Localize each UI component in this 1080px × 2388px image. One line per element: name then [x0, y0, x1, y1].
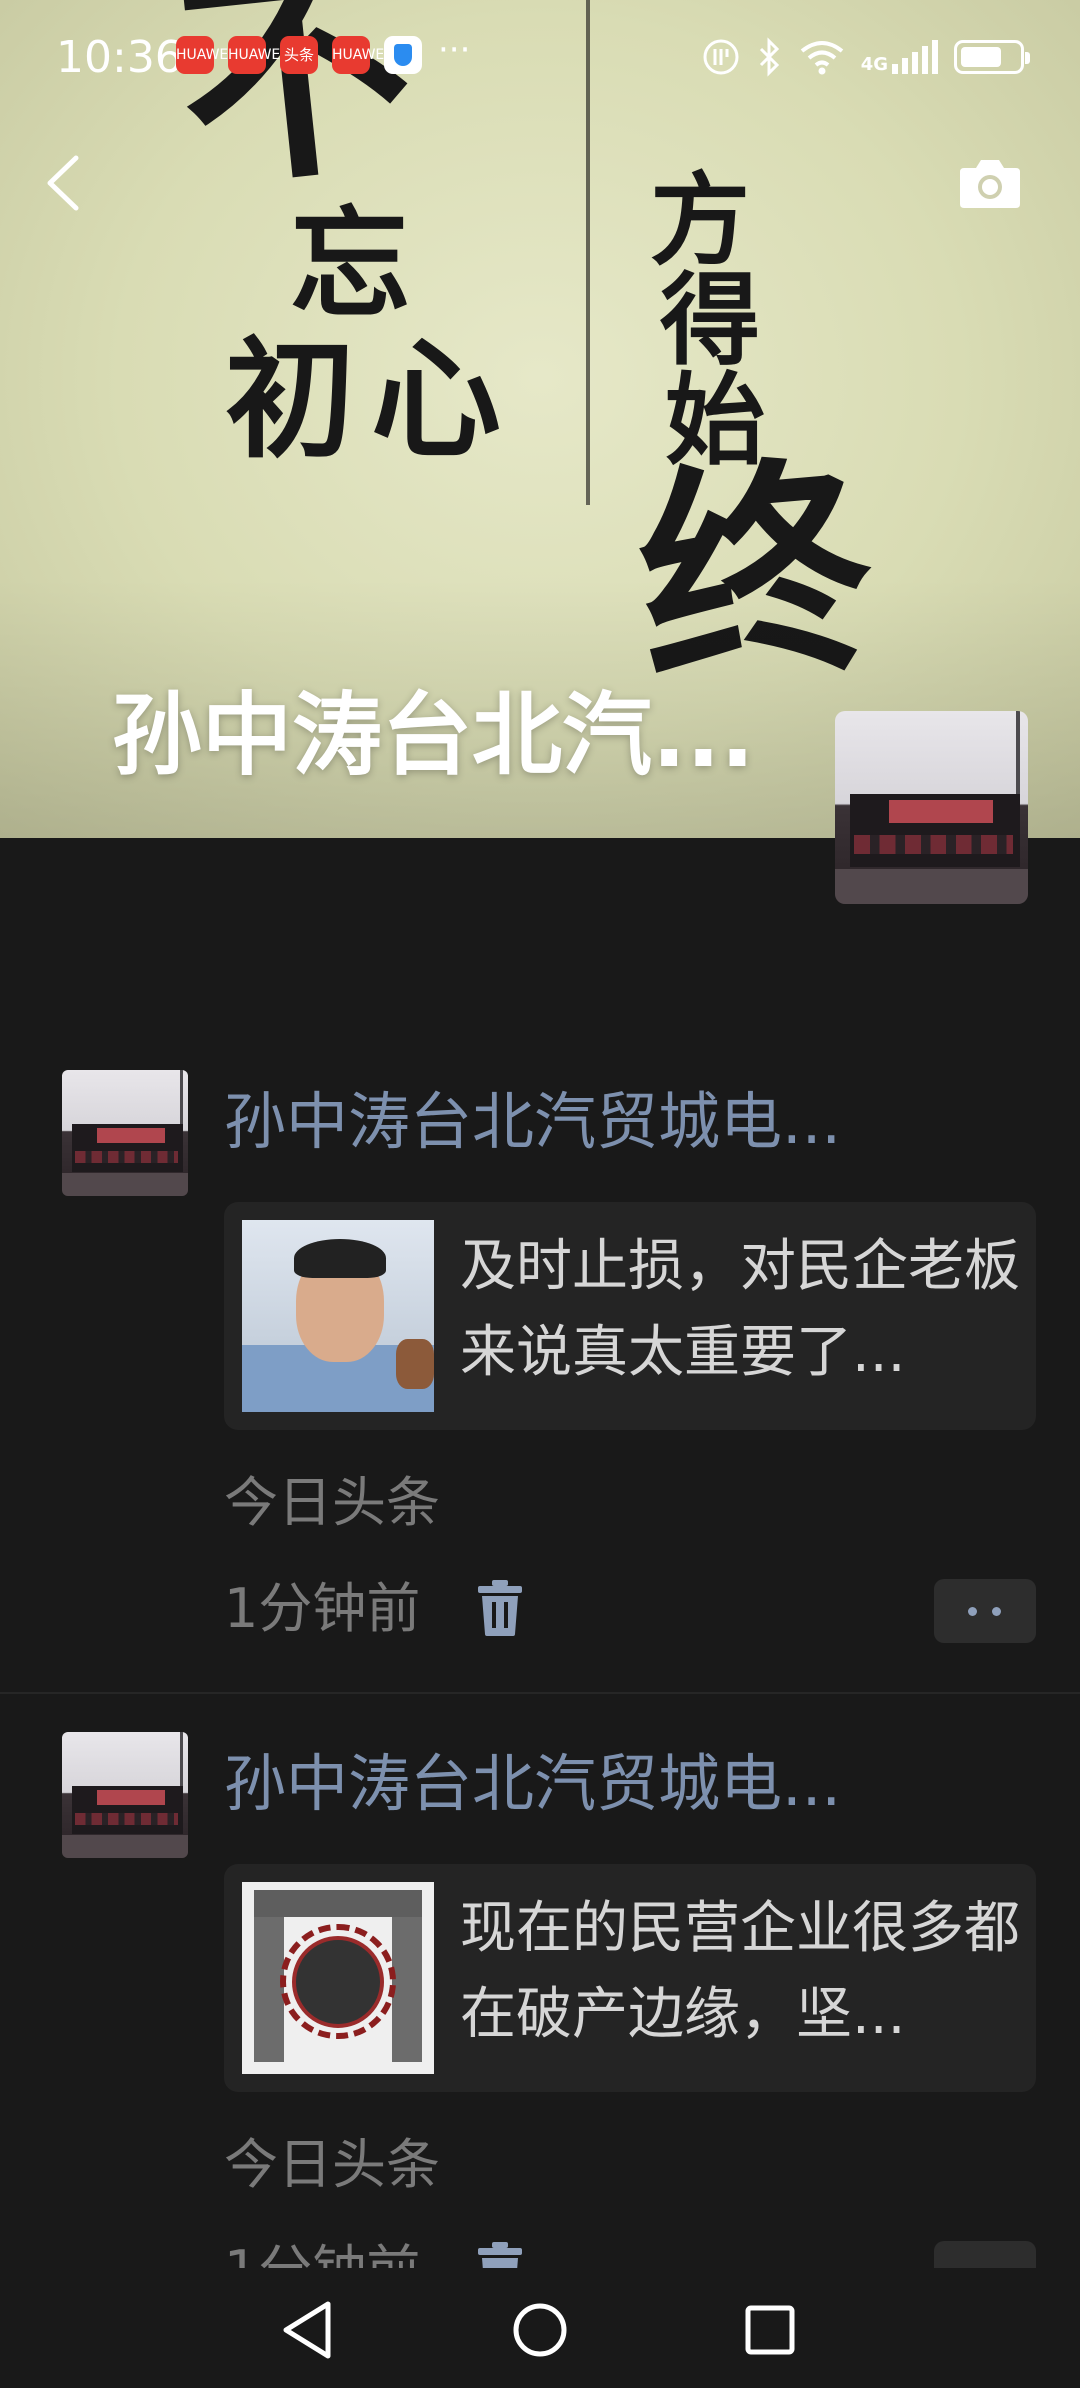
clock: 10:36 — [56, 32, 183, 83]
camera-icon — [960, 160, 1020, 208]
battery-icon — [954, 40, 1030, 74]
huawei-notification-icon: HUAWEI — [332, 36, 388, 74]
profile-name: 孙中涛台北汽... — [112, 683, 755, 788]
bluetooth-icon — [759, 37, 779, 77]
network-type: 4G — [860, 54, 888, 75]
nav-back-button[interactable] — [270, 2290, 350, 2370]
huawei-notification-icon: HUAWEI — [228, 36, 284, 74]
post-divider — [0, 1692, 1080, 1694]
nav-recents-button[interactable] — [730, 2290, 810, 2370]
camera-button[interactable] — [956, 156, 1024, 212]
circle-home-icon — [513, 2303, 567, 2357]
calligraphy-char: 忘 — [290, 194, 410, 335]
shared-article-card[interactable]: 及时止损，对民企老板来说真太重要了... — [224, 1202, 1036, 1430]
profile-avatar[interactable] — [835, 711, 1028, 904]
more-dot — [992, 1607, 1001, 1616]
calligraphy-char: 方 — [650, 161, 750, 279]
more-notifications-icon: ··· — [438, 30, 471, 70]
chevron-left-icon — [47, 155, 79, 211]
shared-article-card[interactable]: 现在的民营企业很多都在破产边缘，坚... — [224, 1864, 1036, 2092]
post-time: 1分钟前 — [224, 1577, 421, 1640]
author-name[interactable]: 孙中涛台北汽贸城电... — [224, 1082, 984, 1162]
more-dot — [968, 1607, 977, 1616]
delete-button[interactable] — [474, 1578, 526, 1638]
shield-notification-icon — [384, 36, 422, 74]
article-excerpt: 现在的民营企业很多都在破产边缘，坚... — [460, 1896, 1020, 2047]
trash-icon — [478, 1580, 522, 1636]
article-thumbnail — [242, 1220, 434, 1412]
author-avatar[interactable] — [62, 1070, 188, 1196]
wifi-icon — [800, 41, 843, 75]
post-source[interactable]: 今日头条 — [224, 2130, 440, 2200]
signal-bars-icon — [892, 40, 938, 74]
author-avatar[interactable] — [62, 1732, 188, 1858]
article-excerpt: 及时止损，对民企老板来说真太重要了... — [460, 1234, 1020, 1385]
calligraphy-char: 得 — [660, 261, 760, 379]
author-name[interactable]: 孙中涛台北汽贸城电... — [224, 1744, 984, 1824]
triangle-back-icon — [283, 2301, 331, 2359]
toutiao-notification-icon: 头条 — [280, 36, 318, 74]
square-recents-icon — [745, 2305, 795, 2355]
status-bar: 10:36 HUAWEI HUAWEI 头条 HUAWEI ··· 4G — [0, 0, 1080, 115]
more-options-button[interactable] — [934, 1579, 1036, 1643]
nav-home-button[interactable] — [500, 2290, 580, 2370]
article-thumbnail — [242, 1882, 434, 2074]
post-source[interactable]: 今日头条 — [224, 1468, 440, 1538]
system-icons: 4G — [701, 32, 1030, 82]
back-button[interactable] — [36, 148, 96, 218]
system-navigation-bar — [0, 2268, 1080, 2388]
huawei-notification-icon: HUAWEI — [176, 36, 232, 74]
calligraphy-char: 初心 — [225, 323, 518, 476]
data-saver-icon — [703, 39, 739, 75]
cellular-signal: 4G — [861, 40, 938, 74]
